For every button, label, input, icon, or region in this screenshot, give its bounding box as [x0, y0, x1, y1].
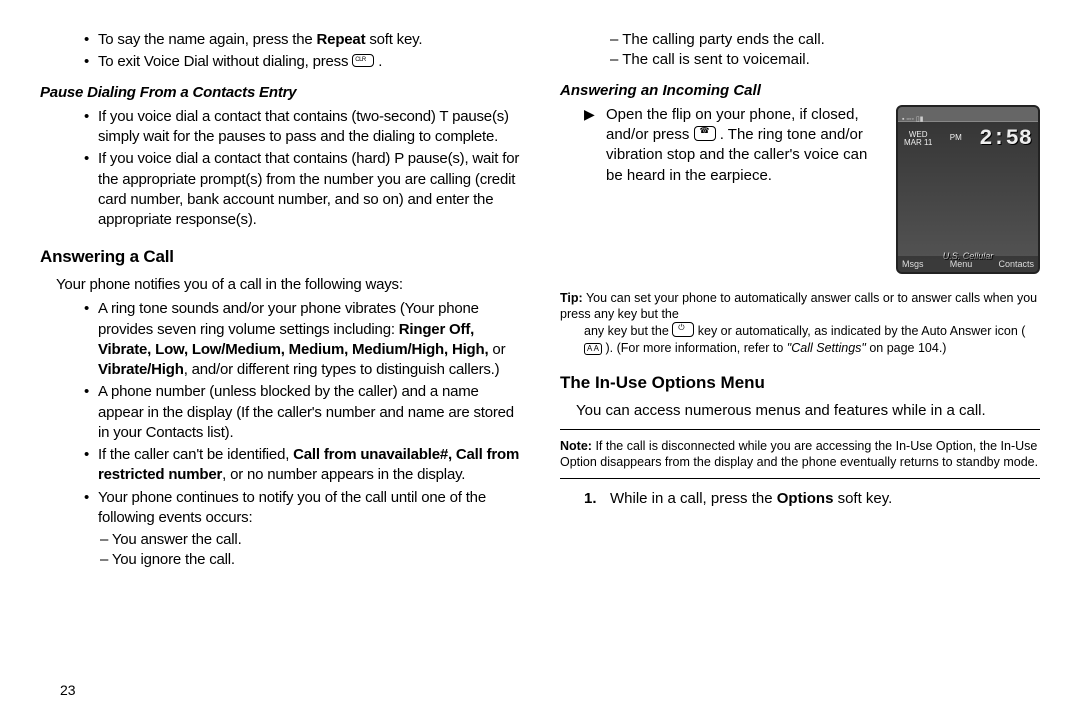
phone-sk-mid: Menu [950, 258, 973, 270]
text: To say the name again, press the [98, 31, 317, 48]
note-label: Note: [560, 439, 592, 453]
phone-screen-figure: ▪ ▫◦◦ ▯▮ WED MAR 11 PM 2:58 U.S. Cellula… [896, 105, 1040, 274]
text: ). (For more information, refer to [602, 341, 787, 355]
phone-pm: PM [950, 133, 962, 144]
text: or [488, 341, 505, 358]
sub-item: – The calling party ends the call. [610, 30, 1040, 50]
reference-text: "Call Settings" [787, 341, 866, 355]
text: If the call is disconnected while you ar… [560, 439, 1038, 469]
text: soft key. [833, 490, 892, 507]
bold-text: Vibrate/High [98, 361, 184, 378]
incoming-block: ▪ ▫◦◦ ▯▮ WED MAR 11 PM 2:58 U.S. Cellula… [560, 105, 1040, 280]
text: soft key. [365, 31, 422, 48]
text: key or automatically, as indicated by th… [694, 324, 1025, 338]
text: To exit Voice Dial without dialing, pres… [98, 53, 352, 70]
heading-in-use-options: The In-Use Options Menu [560, 372, 1040, 395]
text: . [374, 53, 382, 70]
step-arrow-item: ▶ Open the flip on your phone, if closed… [584, 105, 886, 186]
text: , and/or different ring types to disting… [184, 361, 500, 378]
text: on page 104.) [866, 341, 947, 355]
subheading-incoming-call: Answering an Incoming Call [560, 81, 1040, 101]
bold-text: Repeat [317, 31, 366, 48]
bullet-item: • If the caller can't be identified, Cal… [84, 445, 520, 486]
phone-sk-left: Msgs [902, 258, 924, 270]
intro-text: Your phone notifies you of a call in the… [56, 275, 520, 295]
horizontal-rule [560, 478, 1040, 479]
sub-events: – You answer the call. – You ignore the … [100, 530, 520, 571]
continued-sub-events: – The calling party ends the call. – The… [610, 30, 1040, 71]
top-bullets: • To say the name again, press the Repea… [84, 30, 520, 73]
intro-text: You can access numerous menus and featur… [576, 401, 1040, 421]
phone-sk-right: Contacts [998, 258, 1034, 270]
phone-day: WED MAR 11 [904, 131, 932, 147]
text: If you voice dial a contact that contain… [98, 107, 520, 148]
bullet-item: • To exit Voice Dial without dialing, pr… [84, 52, 520, 72]
phone-status-bar: ▪ ▫◦◦ ▯▮ [898, 107, 1038, 122]
tip-block: Tip: You can set your phone to automatic… [560, 290, 1040, 356]
auto-answer-icon: A A [584, 343, 602, 355]
step-number: 1. [584, 489, 610, 509]
arrow-icon: ▶ [584, 105, 606, 186]
bullet-item: •If you voice dial a contact that contai… [84, 107, 520, 148]
bullet-item: •Your phone continues to notify you of t… [84, 488, 520, 529]
phone-softkeys: Msgs Menu Contacts [898, 256, 1038, 272]
text: You can set your phone to automatically … [560, 291, 1037, 321]
right-column: – The calling party ends the call. – The… [560, 30, 1040, 690]
end-key-icon [672, 322, 694, 337]
talk-key-icon [694, 126, 716, 141]
bullet-item: • To say the name again, press the Repea… [84, 30, 520, 50]
clr-key-icon [352, 54, 374, 67]
note-block: Note: If the call is disconnected while … [560, 438, 1040, 471]
text: Your phone continues to notify you of th… [98, 488, 520, 529]
bold-text: Options [777, 490, 834, 507]
horizontal-rule [560, 429, 1040, 430]
bullet-item: •If you voice dial a contact that contai… [84, 149, 520, 230]
text: While in a call, press the [610, 490, 777, 507]
pause-bullets: •If you voice dial a contact that contai… [84, 107, 520, 231]
bullet-item: •A phone number (unless blocked by the c… [84, 382, 520, 443]
answer-bullets: • A ring tone sounds and/or your phone v… [84, 299, 520, 528]
sub-item: – You answer the call. [100, 530, 520, 550]
sub-item: – You ignore the call. [100, 550, 520, 570]
text: If the caller can't be identified, [98, 446, 293, 463]
phone-time: 2:58 [979, 124, 1032, 154]
sub-item: – The call is sent to voicemail. [610, 50, 1040, 70]
left-column: • To say the name again, press the Repea… [40, 30, 520, 690]
text: If you voice dial a contact that contain… [98, 149, 520, 230]
heading-answering-a-call: Answering a Call [40, 246, 520, 269]
text: , or no number appears in the display. [222, 466, 465, 483]
subheading-pause-dialing: Pause Dialing From a Contacts Entry [40, 83, 520, 103]
tip-label: Tip: [560, 291, 583, 305]
bullet-item: • A ring tone sounds and/or your phone v… [84, 299, 520, 380]
numbered-step: 1. While in a call, press the Options so… [584, 489, 1040, 509]
page-number: 23 [60, 682, 76, 698]
text: A phone number (unless blocked by the ca… [98, 382, 520, 443]
